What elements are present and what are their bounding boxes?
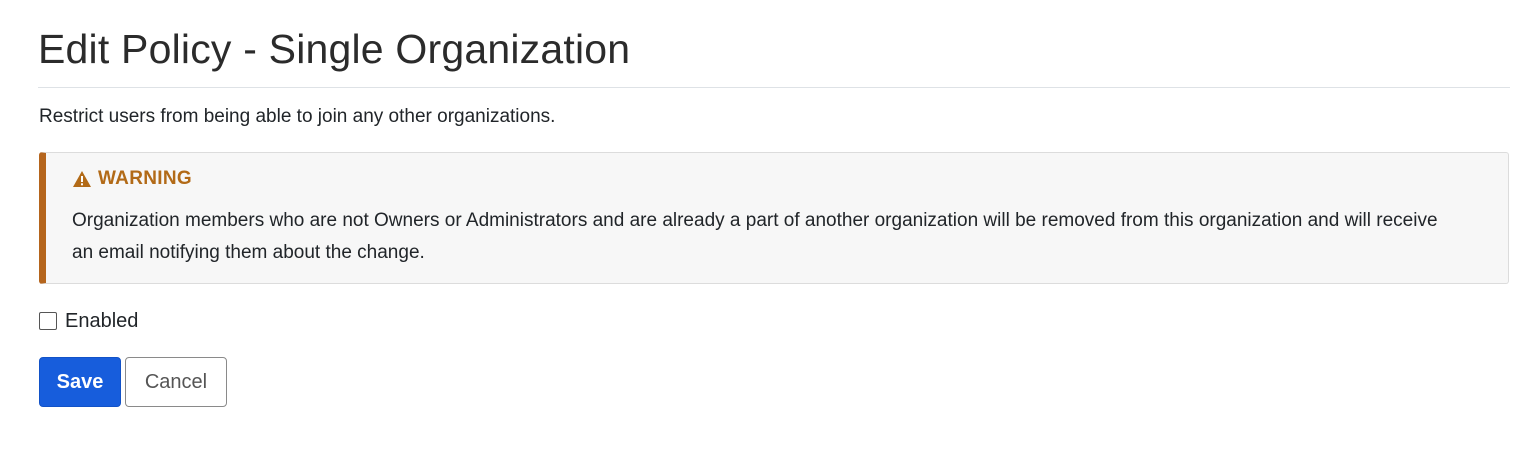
save-button[interactable]: Save bbox=[39, 357, 121, 407]
warning-body: Organization members who are not Owners … bbox=[72, 210, 1438, 263]
page-title: Edit Policy - Single Organization bbox=[38, 26, 631, 72]
enabled-checkbox[interactable] bbox=[39, 312, 57, 330]
cancel-button[interactable]: Cancel bbox=[125, 357, 227, 407]
enabled-checkbox-row[interactable]: Enabled bbox=[39, 309, 138, 333]
warning-triangle-icon bbox=[73, 171, 91, 187]
warning-header: WARNING bbox=[72, 168, 192, 190]
title-divider bbox=[38, 87, 1510, 88]
warning-title: WARNING bbox=[98, 168, 192, 189]
edit-policy-page: Edit Policy - Single Organization Restri… bbox=[0, 0, 1528, 462]
warning-callout: WARNING Organization members who are not… bbox=[39, 152, 1509, 284]
enabled-label[interactable]: Enabled bbox=[65, 309, 138, 333]
policy-description: Restrict users from being able to join a… bbox=[39, 106, 556, 127]
